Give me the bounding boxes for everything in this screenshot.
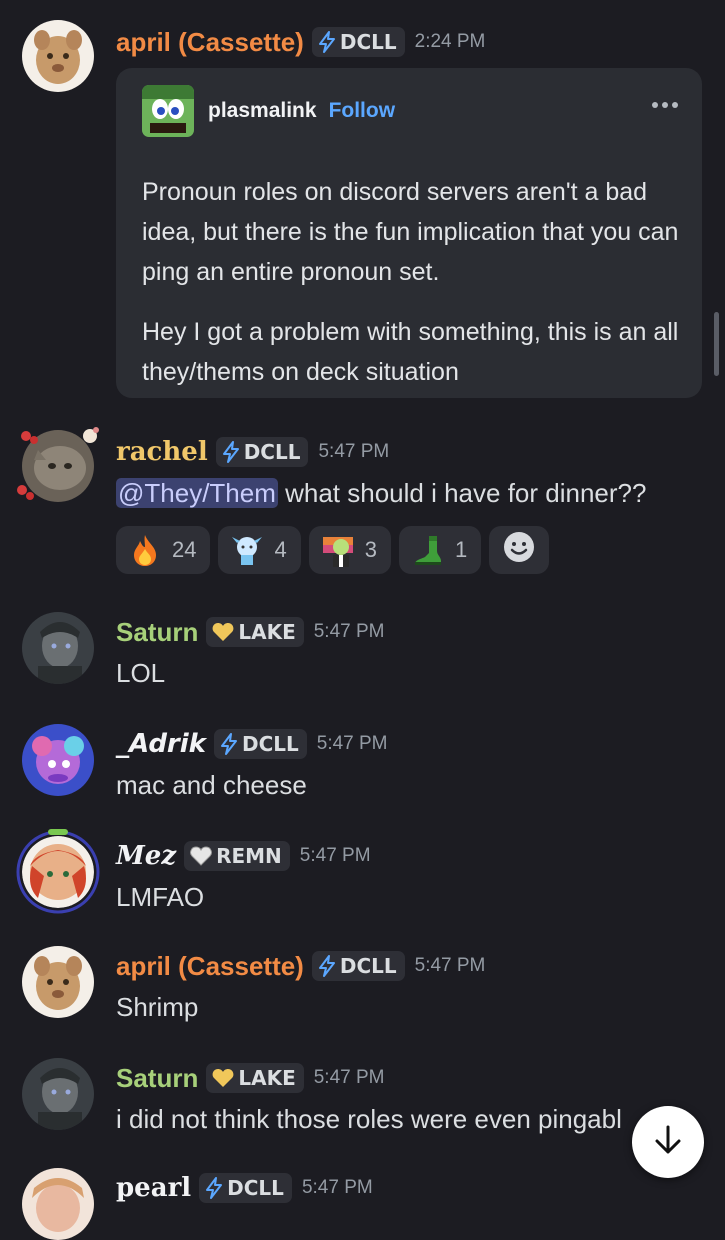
avatar-decoration — [17, 427, 99, 500]
role-tag[interactable]: DCLL — [199, 1173, 292, 1203]
lightning-icon — [205, 1177, 223, 1199]
role-tag-label: LAKE — [238, 620, 296, 644]
author-name[interactable]: _Adrik — [116, 729, 206, 759]
timestamp: 5:47 PM — [316, 733, 388, 754]
author-name[interactable]: april (Cassette) — [116, 27, 304, 58]
role-tag[interactable]: DCLL — [215, 437, 309, 467]
role-tag[interactable]: DCLL — [311, 27, 405, 57]
avatar-decoration — [16, 829, 100, 914]
author-name[interactable]: pearl — [116, 1173, 191, 1203]
lightning-icon — [318, 955, 336, 977]
embed-paragraph-1: Pronoun roles on discord servers aren't … — [142, 178, 679, 286]
reaction[interactable]: 4 — [218, 526, 301, 574]
author-name[interactable]: april (Cassette) — [116, 951, 304, 982]
role-tag-label: LAKE — [238, 1066, 296, 1090]
timestamp: 5:47 PM — [313, 1067, 385, 1088]
message-text: i did not think those roles were even pi… — [116, 1104, 622, 1134]
message-text: Shrimp — [116, 992, 199, 1022]
role-tag-label: DCLL — [227, 1176, 284, 1200]
role-tag-label: REMN — [216, 844, 282, 868]
author-name[interactable]: Mez — [116, 841, 176, 871]
fire-emoji-icon — [128, 533, 162, 567]
yellow-heart-icon — [212, 1068, 234, 1088]
green-boot-emoji-icon — [411, 533, 445, 567]
follow-link[interactable]: Follow — [329, 99, 396, 123]
role-tag[interactable]: LAKE — [206, 617, 304, 647]
smiley-icon — [503, 531, 535, 569]
message-text: @They/Them what should i have for dinner… — [116, 476, 705, 510]
timestamp: 5:47 PM — [301, 1177, 373, 1198]
role-tag-label: DCLL — [339, 30, 397, 54]
lightning-icon — [318, 31, 336, 53]
reaction-count: 3 — [364, 537, 377, 562]
timestamp: 5:47 PM — [414, 955, 486, 976]
author-name[interactable]: Saturn — [116, 617, 198, 648]
role-tag[interactable]: LAKE — [206, 1063, 304, 1093]
role-tag[interactable]: DCLL — [311, 951, 405, 981]
avatar[interactable] — [22, 724, 94, 796]
timestamp: 2:24 PM — [414, 31, 486, 52]
reactions-bar: 24 4 3 1 — [116, 526, 550, 574]
lightning-icon — [222, 441, 240, 463]
role-tag-label: DCLL — [241, 732, 299, 756]
role-mention[interactable]: @They/Them — [116, 478, 278, 508]
scrollbar[interactable] — [714, 312, 719, 376]
avatar[interactable] — [16, 829, 100, 914]
avatar[interactable] — [22, 946, 94, 1018]
embed-author-avatar[interactable] — [142, 85, 194, 137]
avatar[interactable] — [22, 1168, 94, 1240]
anime-girl-emoji-icon — [230, 533, 264, 567]
message-text: LMFAO — [116, 882, 205, 912]
more-options-icon[interactable] — [652, 102, 678, 108]
author-name[interactable]: rachel — [116, 437, 208, 467]
embed-card[interactable]: plasmalink Follow Pronoun roles on disco… — [116, 68, 702, 398]
character-emoji-icon — [321, 533, 355, 567]
jump-to-bottom-button[interactable] — [632, 1106, 704, 1178]
reaction-count: 4 — [274, 537, 287, 562]
role-tag[interactable]: DCLL — [213, 729, 307, 759]
yellow-heart-icon — [212, 622, 234, 642]
message-body: what should i have for dinner?? — [277, 478, 647, 508]
reaction-count: 1 — [454, 537, 468, 562]
role-tag-label: DCLL — [243, 440, 301, 464]
white-heart-icon — [190, 846, 212, 866]
role-tag[interactable]: REMN — [184, 841, 290, 871]
timestamp: 5:47 PM — [313, 621, 385, 642]
embed-paragraph-2: Hey I got a problem with something, this… — [142, 318, 679, 386]
avatar[interactable] — [22, 1058, 94, 1130]
reaction[interactable]: 3 — [308, 526, 391, 574]
arrow-down-icon — [651, 1123, 685, 1162]
role-tag-label: DCLL — [339, 954, 397, 978]
author-name[interactable]: Saturn — [116, 1063, 198, 1094]
message-text: mac and cheese — [116, 770, 307, 800]
avatar[interactable] — [22, 612, 94, 684]
avatar[interactable] — [22, 20, 94, 92]
reaction[interactable]: 1 — [398, 526, 482, 574]
timestamp: 5:47 PM — [299, 845, 371, 866]
reaction[interactable]: 24 — [116, 526, 211, 574]
timestamp: 5:47 PM — [318, 441, 390, 462]
add-reaction-button[interactable] — [489, 526, 550, 574]
message-text: LOL — [116, 658, 166, 688]
lightning-icon — [220, 733, 238, 755]
reaction-count: 24 — [172, 537, 197, 562]
embed-author-name[interactable]: plasmalink — [208, 99, 317, 123]
